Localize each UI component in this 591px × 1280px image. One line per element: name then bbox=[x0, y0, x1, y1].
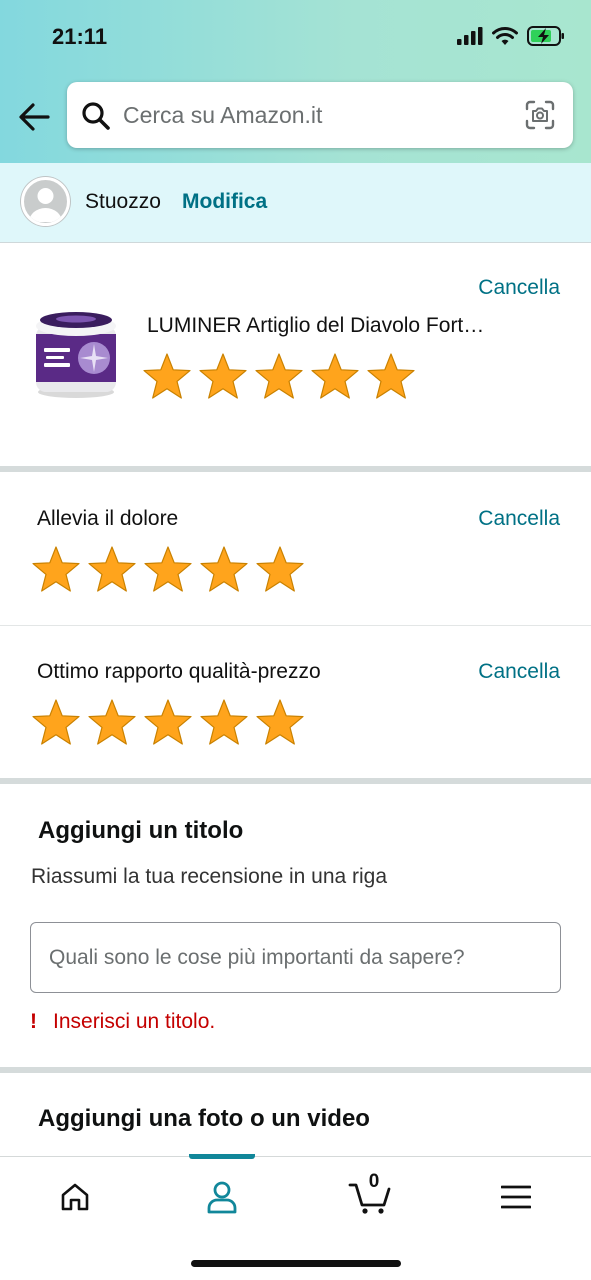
product-image bbox=[36, 312, 116, 398]
star-icon[interactable] bbox=[31, 545, 81, 595]
wifi-icon bbox=[492, 27, 518, 45]
review-title-input[interactable] bbox=[30, 922, 561, 993]
attribute-star-rating[interactable] bbox=[31, 545, 305, 595]
search-icon bbox=[82, 102, 110, 130]
search-input[interactable] bbox=[123, 98, 513, 132]
section-divider bbox=[0, 778, 591, 784]
star-icon[interactable] bbox=[199, 545, 249, 595]
tab-home[interactable] bbox=[45, 1175, 105, 1219]
product-title: LUMINER Artiglio del Diavolo Fort… bbox=[147, 314, 485, 337]
profile-bar: Stuozzo Modifica bbox=[0, 163, 591, 243]
cancel-attribute-rating-link[interactable]: Cancella bbox=[478, 660, 560, 684]
hamburger-menu-icon bbox=[501, 1185, 531, 1209]
camera-scan-icon[interactable] bbox=[525, 100, 555, 130]
cellular-signal-icon bbox=[457, 27, 483, 45]
attribute-label-pain-relief: Allevia il dolore bbox=[37, 507, 179, 530]
error-icon: ! bbox=[30, 1010, 37, 1033]
home-indicator[interactable] bbox=[191, 1260, 401, 1267]
star-icon[interactable] bbox=[143, 698, 193, 748]
active-tab-indicator bbox=[189, 1154, 255, 1159]
person-icon bbox=[207, 1181, 237, 1214]
star-icon[interactable] bbox=[143, 545, 193, 595]
section-divider bbox=[0, 1067, 591, 1073]
star-icon[interactable] bbox=[87, 545, 137, 595]
star-icon[interactable] bbox=[255, 698, 305, 748]
section-divider bbox=[0, 625, 591, 626]
attribute-label-value-for-money: Ottimo rapporto qualità-prezzo bbox=[37, 660, 321, 683]
cancel-attribute-rating-link[interactable]: Cancella bbox=[478, 507, 560, 531]
star-icon[interactable] bbox=[198, 352, 248, 402]
star-icon[interactable] bbox=[199, 698, 249, 748]
tab-account[interactable] bbox=[192, 1175, 252, 1219]
add-title-heading: Aggiungi un titolo bbox=[38, 817, 244, 844]
star-icon[interactable] bbox=[31, 698, 81, 748]
tab-menu[interactable] bbox=[486, 1175, 546, 1219]
cancel-product-rating-link[interactable]: Cancella bbox=[478, 276, 560, 300]
person-silhouette-icon bbox=[29, 188, 62, 222]
star-icon[interactable] bbox=[87, 698, 137, 748]
product-star-rating[interactable] bbox=[142, 352, 416, 402]
star-icon[interactable] bbox=[255, 545, 305, 595]
attribute-star-rating[interactable] bbox=[31, 698, 305, 748]
add-media-heading: Aggiungi una foto o un video bbox=[38, 1105, 370, 1132]
error-text: Inserisci un titolo. bbox=[53, 1010, 216, 1033]
add-title-subtext: Riassumi la tua recensione in una riga bbox=[31, 865, 388, 888]
cart-count-badge: 0 bbox=[368, 1171, 380, 1192]
star-icon[interactable] bbox=[142, 352, 192, 402]
back-arrow-icon[interactable] bbox=[16, 100, 52, 134]
profile-name: Stuozzo bbox=[85, 190, 161, 213]
status-icons bbox=[457, 26, 565, 46]
star-icon[interactable] bbox=[254, 352, 304, 402]
top-bar: 21:11 bbox=[0, 0, 591, 163]
search-bar[interactable] bbox=[67, 82, 573, 148]
star-icon[interactable] bbox=[366, 352, 416, 402]
edit-profile-link[interactable]: Modifica bbox=[182, 190, 267, 214]
section-divider bbox=[0, 466, 591, 472]
status-time: 21:11 bbox=[52, 24, 108, 49]
title-error-message: ! Inserisci un titolo. bbox=[30, 1010, 215, 1034]
avatar bbox=[21, 177, 70, 226]
home-icon bbox=[61, 1183, 89, 1211]
star-icon[interactable] bbox=[310, 352, 360, 402]
battery-charging-icon bbox=[527, 26, 564, 46]
